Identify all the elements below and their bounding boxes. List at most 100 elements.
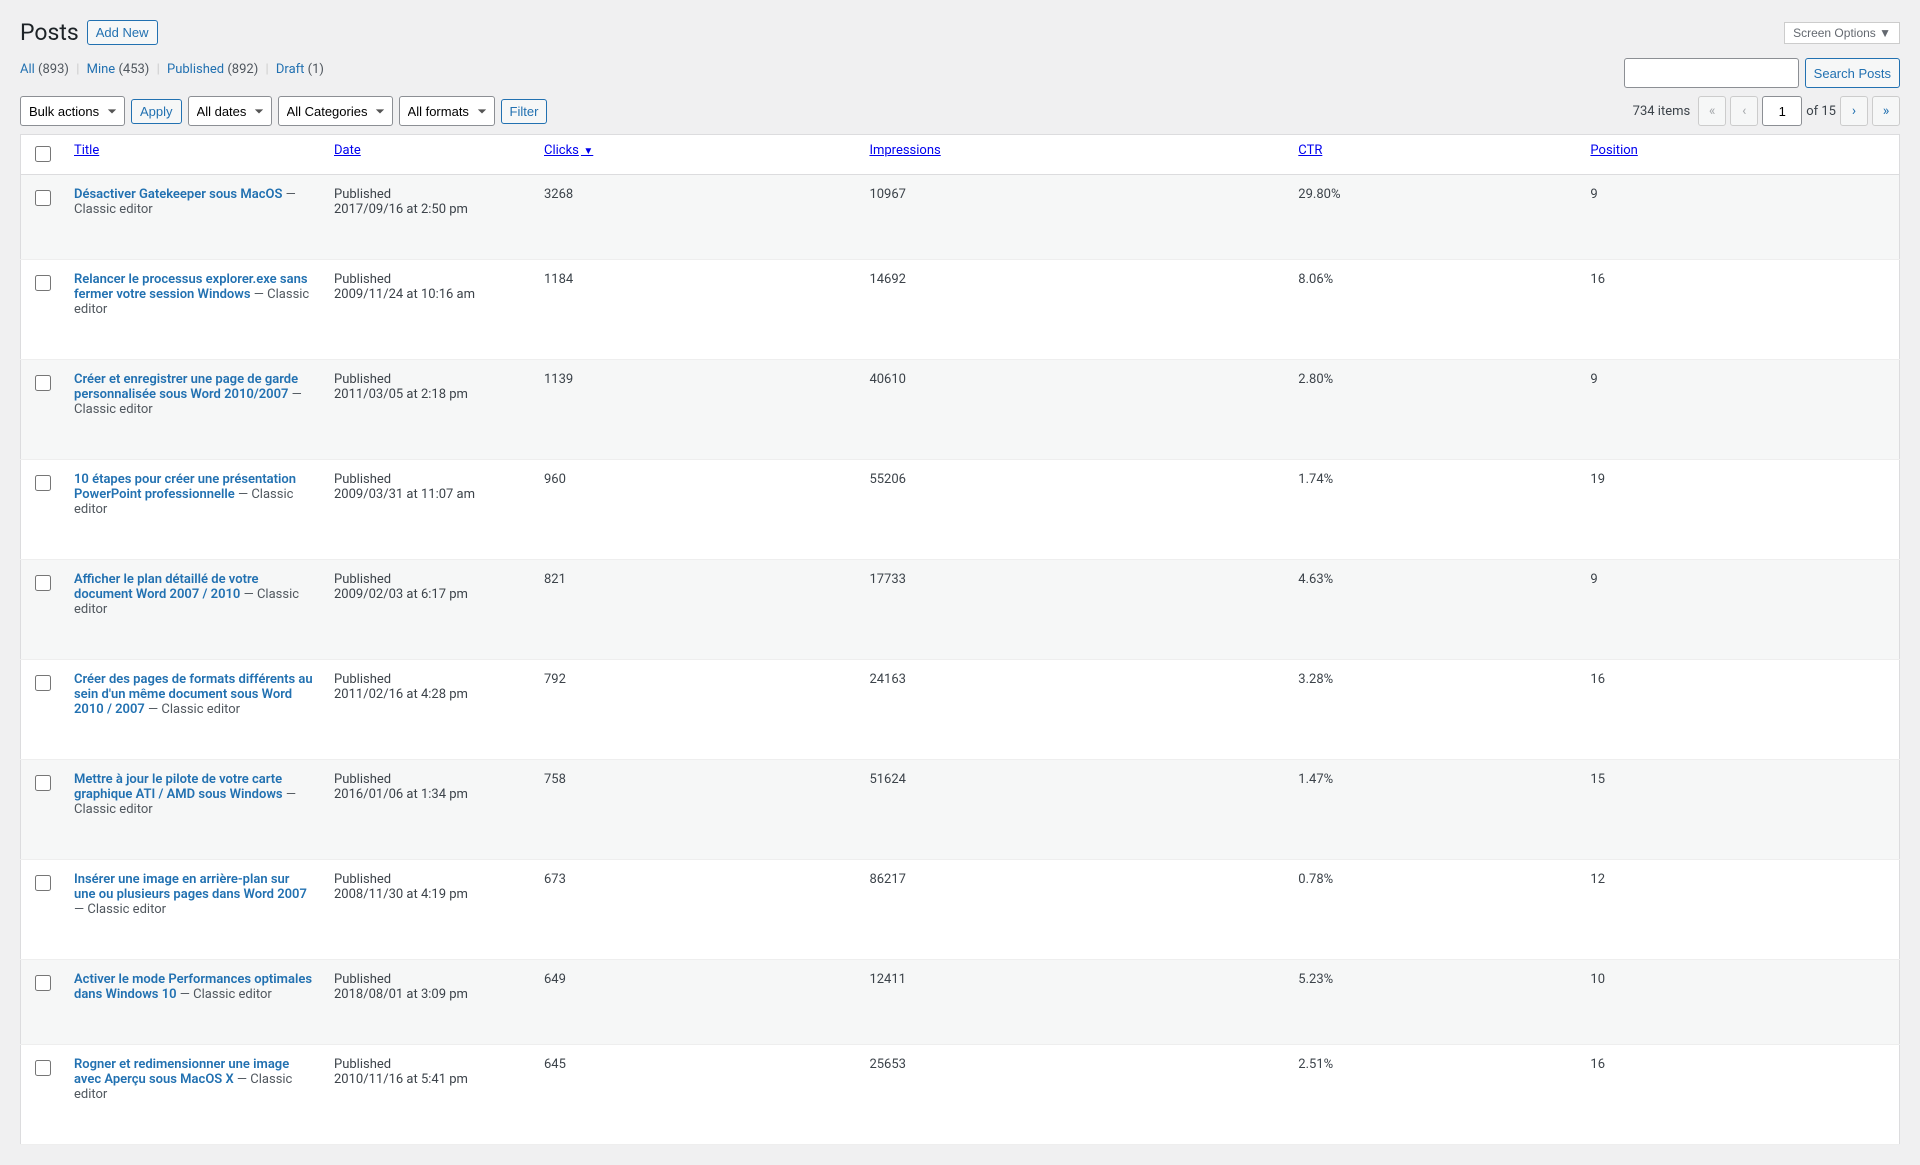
post-status: Published (334, 472, 524, 487)
post-status: Published (334, 572, 524, 587)
row-checkbox[interactable] (35, 475, 51, 491)
post-date: 2009/02/03 at 6:17 pm (334, 587, 524, 602)
post-ctr: 2.51% (1288, 1045, 1580, 1145)
row-checkbox[interactable] (35, 375, 51, 391)
col-date[interactable]: Date (334, 143, 361, 158)
post-title-link[interactable]: Mettre à jour le pilote de votre carte g… (74, 772, 283, 802)
post-title-link[interactable]: Afficher le plan détaillé de votre docum… (74, 572, 259, 602)
table-row: Créer et enregistrer une page de garde p… (21, 360, 1900, 460)
post-position: 16 (1580, 1045, 1899, 1145)
post-clicks: 673 (534, 860, 859, 960)
page-title: Posts (20, 19, 79, 46)
screen-options-button[interactable]: Screen Options ▼ (1784, 22, 1900, 44)
search-button[interactable]: Search Posts (1805, 58, 1900, 88)
post-title-link[interactable]: Insérer une image en arrière-plan sur un… (74, 872, 307, 902)
post-impressions: 51624 (859, 760, 1288, 860)
editor-suffix: — Classic editor (177, 987, 272, 1002)
post-date: 2009/11/24 at 10:16 am (334, 287, 524, 302)
post-clicks: 1184 (534, 260, 859, 360)
post-impressions: 12411 (859, 960, 1288, 1045)
post-date: 2010/11/16 at 5:41 pm (334, 1072, 524, 1087)
post-clicks: 3268 (534, 175, 859, 260)
post-date: 2009/03/31 at 11:07 am (334, 487, 524, 502)
row-checkbox[interactable] (35, 775, 51, 791)
post-position: 16 (1580, 660, 1899, 760)
filter-mine[interactable]: Mine (87, 62, 116, 77)
post-clicks: 821 (534, 560, 859, 660)
post-clicks: 960 (534, 460, 859, 560)
post-date: 2011/02/16 at 4:28 pm (334, 687, 524, 702)
posts-table: Title Date Clicks ▼ Impressions CTR Posi… (20, 134, 1900, 1145)
filter-button[interactable]: Filter (501, 99, 548, 124)
post-status: Published (334, 772, 524, 787)
filter-published[interactable]: Published (167, 62, 224, 77)
categories-select[interactable]: All Categories (278, 96, 393, 126)
table-row: 10 étapes pour créer une présentation Po… (21, 460, 1900, 560)
row-checkbox[interactable] (35, 1060, 51, 1076)
post-clicks: 645 (534, 1045, 859, 1145)
filter-all[interactable]: All (20, 62, 35, 77)
table-row: Créer des pages de formats différents au… (21, 660, 1900, 760)
post-title-link[interactable]: Créer et enregistrer une page de garde p… (74, 372, 298, 402)
post-status: Published (334, 272, 524, 287)
table-row: Relancer le processus explorer.exe sans … (21, 260, 1900, 360)
table-row: Mettre à jour le pilote de votre carte g… (21, 760, 1900, 860)
post-ctr: 1.74% (1288, 460, 1580, 560)
page-last[interactable]: » (1872, 96, 1900, 126)
page-current-input[interactable] (1762, 96, 1802, 126)
col-clicks[interactable]: Clicks ▼ (544, 143, 593, 158)
row-checkbox[interactable] (35, 190, 51, 206)
table-row: Insérer une image en arrière-plan sur un… (21, 860, 1900, 960)
row-checkbox[interactable] (35, 575, 51, 591)
col-position[interactable]: Position (1590, 143, 1637, 158)
editor-suffix: — Classic editor (74, 902, 166, 917)
items-count: 734 items (1633, 104, 1691, 119)
post-ctr: 29.80% (1288, 175, 1580, 260)
col-title[interactable]: Title (74, 143, 99, 158)
post-position: 19 (1580, 460, 1899, 560)
post-impressions: 10967 (859, 175, 1288, 260)
post-impressions: 17733 (859, 560, 1288, 660)
post-status: Published (334, 187, 524, 202)
row-checkbox[interactable] (35, 675, 51, 691)
post-position: 9 (1580, 560, 1899, 660)
post-ctr: 5.23% (1288, 960, 1580, 1045)
row-checkbox[interactable] (35, 875, 51, 891)
add-new-button[interactable]: Add New (87, 20, 158, 45)
bulk-actions-select[interactable]: Bulk actions (20, 96, 125, 126)
search-input[interactable] (1624, 58, 1799, 88)
page-next[interactable]: › (1840, 96, 1868, 126)
select-all-checkbox[interactable] (35, 146, 51, 162)
post-impressions: 40610 (859, 360, 1288, 460)
post-ctr: 3.28% (1288, 660, 1580, 760)
col-impressions[interactable]: Impressions (869, 143, 940, 158)
table-row: Rogner et redimensionner une image avec … (21, 1045, 1900, 1145)
dates-select[interactable]: All dates (188, 96, 272, 126)
row-checkbox[interactable] (35, 275, 51, 291)
post-impressions: 14692 (859, 260, 1288, 360)
post-title-link[interactable]: Désactiver Gatekeeper sous MacOS (74, 187, 282, 202)
post-position: 9 (1580, 175, 1899, 260)
post-clicks: 1139 (534, 360, 859, 460)
post-position: 12 (1580, 860, 1899, 960)
post-ctr: 0.78% (1288, 860, 1580, 960)
post-position: 15 (1580, 760, 1899, 860)
post-impressions: 25653 (859, 1045, 1288, 1145)
formats-select[interactable]: All formats (399, 96, 495, 126)
page-prev: ‹ (1730, 96, 1758, 126)
col-ctr[interactable]: CTR (1298, 143, 1322, 158)
post-clicks: 792 (534, 660, 859, 760)
post-date: 2011/03/05 at 2:18 pm (334, 387, 524, 402)
page-of-label: of 15 (1806, 104, 1836, 119)
table-row: Afficher le plan détaillé de votre docum… (21, 560, 1900, 660)
post-ctr: 4.63% (1288, 560, 1580, 660)
apply-button[interactable]: Apply (131, 99, 182, 124)
post-date: 2008/11/30 at 4:19 pm (334, 887, 524, 902)
post-position: 10 (1580, 960, 1899, 1045)
post-impressions: 24163 (859, 660, 1288, 760)
row-checkbox[interactable] (35, 975, 51, 991)
filter-draft[interactable]: Draft (276, 62, 305, 77)
post-ctr: 8.06% (1288, 260, 1580, 360)
editor-suffix: — Classic editor (145, 702, 240, 717)
post-clicks: 758 (534, 760, 859, 860)
